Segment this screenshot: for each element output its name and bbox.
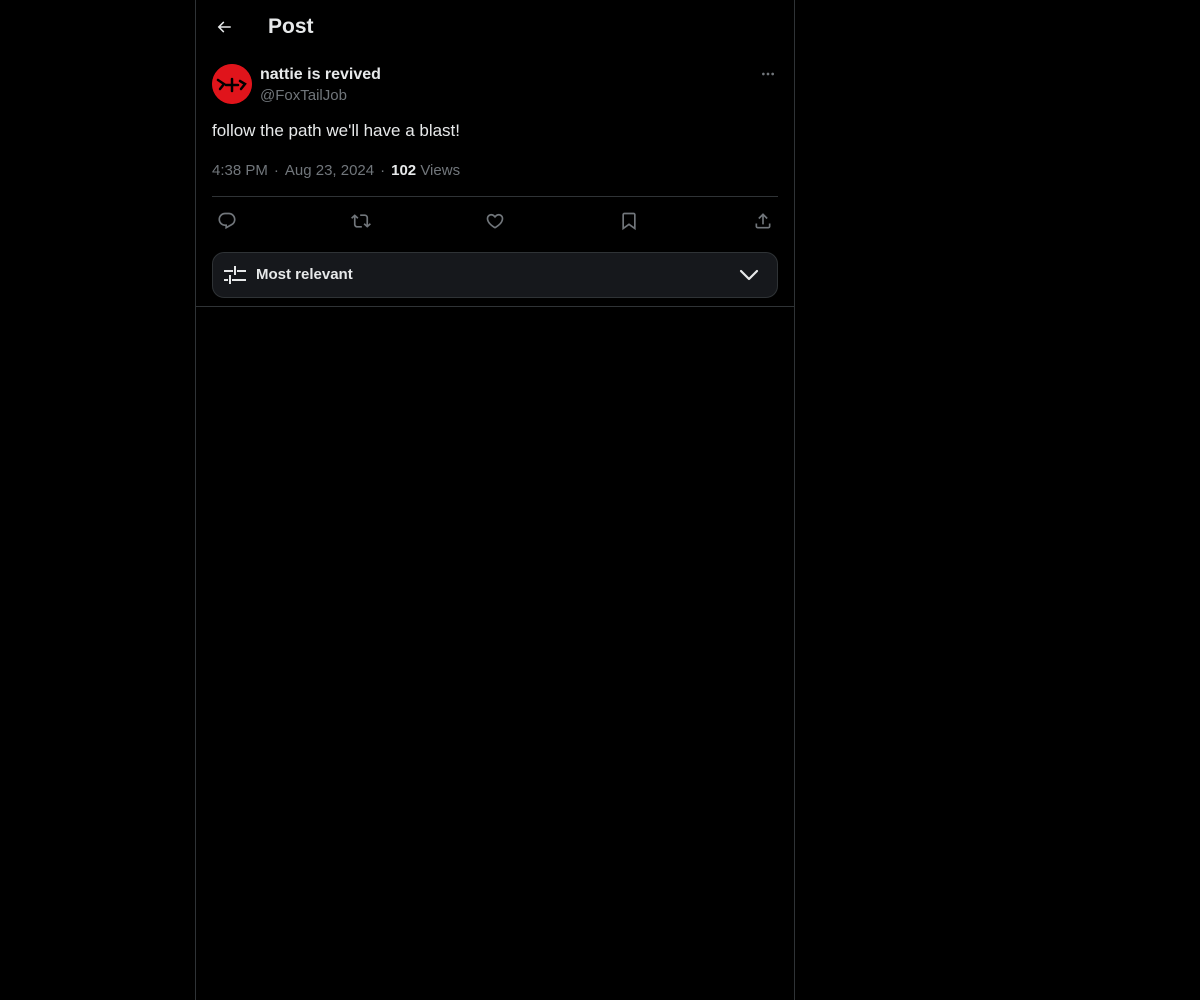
- author-display-name[interactable]: nattie is revived: [260, 65, 381, 85]
- author-handle[interactable]: @FoxTailJob: [260, 86, 347, 106]
- more-options-button[interactable]: [758, 64, 778, 84]
- post-actions: [212, 206, 778, 236]
- post-date[interactable]: Aug 23, 2024: [285, 162, 374, 179]
- page-title: Post: [268, 15, 314, 38]
- avatar[interactable]: [212, 64, 252, 104]
- arrow-left-icon: [217, 21, 231, 33]
- back-button[interactable]: [208, 11, 240, 43]
- section-divider: [196, 306, 794, 307]
- share-button[interactable]: [751, 209, 775, 233]
- reply-button[interactable]: [215, 209, 239, 233]
- post-time[interactable]: 4:38 PM: [212, 162, 268, 179]
- repost-icon: [351, 214, 371, 228]
- avatar-image: [212, 64, 252, 104]
- reply-icon: [218, 212, 236, 230]
- post-text: follow the path we'll have a blast!: [212, 121, 461, 140]
- main-column: Post nattie is revived @FoxTailJob follo…: [195, 0, 795, 1000]
- more-horizontal-icon: [762, 72, 774, 76]
- sort-selected-label: Most relevant: [256, 266, 353, 283]
- share-icon: [755, 213, 771, 229]
- chevron-down-icon: [739, 266, 759, 284]
- heart-icon: [486, 213, 504, 229]
- replies-sort-dropdown[interactable]: Most relevant: [212, 252, 778, 298]
- repost-button[interactable]: [349, 209, 373, 233]
- post-meta: 4:38 PM · Aug 23, 2024 · 102 Views: [212, 161, 460, 181]
- bookmark-button[interactable]: [617, 209, 641, 233]
- views-count: 102: [391, 162, 417, 179]
- page-header: Post: [196, 0, 794, 54]
- bookmark-icon: [622, 212, 636, 231]
- sliders-icon: [224, 265, 246, 285]
- like-button[interactable]: [483, 209, 507, 233]
- meta-separator: ·: [380, 162, 386, 179]
- meta-separator: ·: [273, 162, 279, 179]
- divider: [212, 196, 778, 197]
- views-label: Views: [420, 162, 461, 179]
